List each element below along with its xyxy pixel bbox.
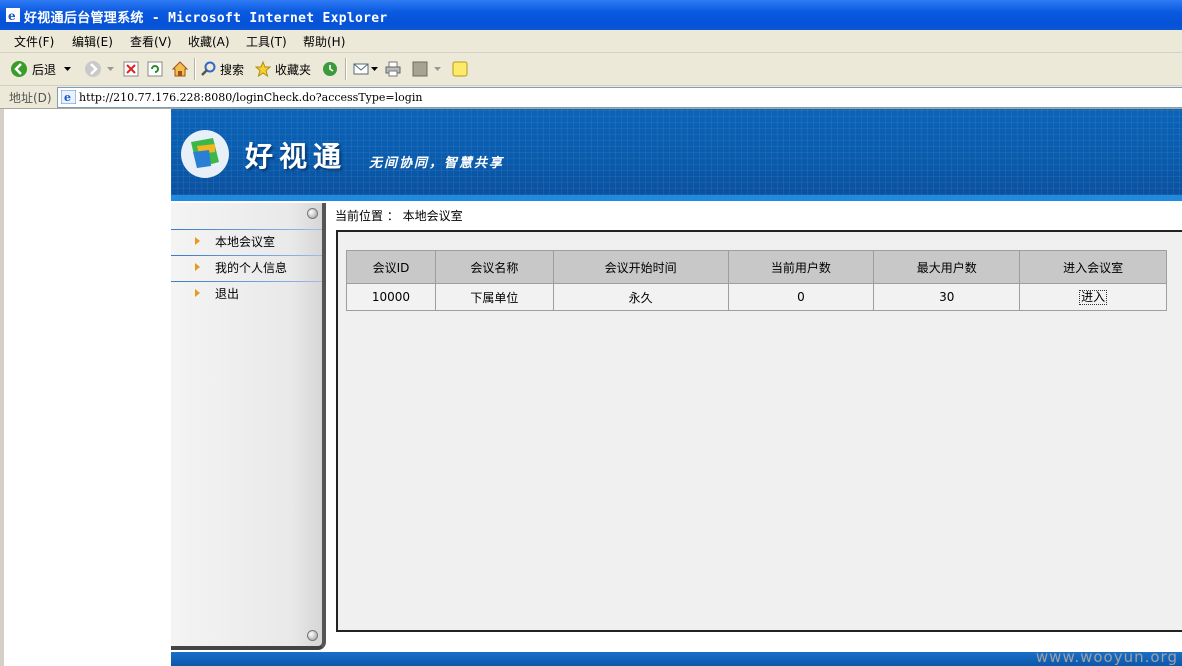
address-bar: 地址(D) e http://210.77.176.228:8080/login…: [0, 86, 1182, 109]
brand-slogan: 无间协同，智慧共享: [369, 156, 505, 171]
menu-view[interactable]: 查看(V): [130, 33, 172, 50]
cell-meeting-name: 下属单位: [434, 283, 554, 311]
column-header: 进入会议室: [1019, 250, 1167, 284]
menu-help[interactable]: 帮助(H): [303, 33, 345, 50]
forward-dropdown[interactable]: [107, 59, 114, 79]
footer-strip: [171, 652, 1182, 666]
sidebar-item-logout[interactable]: 退出: [171, 281, 322, 305]
column-header: 会议ID: [346, 250, 436, 284]
back-label: 后退: [32, 62, 57, 77]
column-header: 当前用户数: [727, 250, 875, 284]
back-dropdown[interactable]: [64, 59, 71, 79]
scroll-knob-top: [307, 208, 318, 219]
mail-button[interactable]: [353, 59, 378, 79]
history-button[interactable]: [322, 59, 338, 79]
svg-text:e: e: [8, 9, 16, 22]
column-header: 会议开始时间: [552, 250, 729, 284]
menu-favorites[interactable]: 收藏(A): [188, 33, 230, 50]
menu-tools[interactable]: 工具(T): [246, 33, 287, 50]
search-icon: [200, 61, 216, 77]
sidebar-item-my-info[interactable]: 我的个人信息: [171, 255, 322, 279]
favorites-button[interactable]: 收藏夹: [255, 59, 311, 79]
sidebar-item-label: 退出: [215, 287, 240, 301]
mail-icon: [353, 62, 371, 76]
meeting-room-table: 会议ID 会议名称 会议开始时间 当前用户数 最大用户数 进入会议室 10000…: [346, 250, 1167, 311]
main-content: 当前位置 ： 本地会议室 会议ID 会议名称 会议开始时间 当前用户数 最大用户…: [330, 201, 1182, 650]
arrow-right-icon: [195, 289, 200, 297]
brand-name: 好视通: [245, 140, 348, 173]
favorites-label: 收藏夹: [275, 62, 312, 77]
forward-button[interactable]: [84, 59, 102, 79]
page-icon: e: [60, 89, 77, 107]
star-icon: [255, 61, 271, 77]
back-button[interactable]: 后退: [10, 59, 56, 79]
toolbar: 后退 搜索 收藏夹: [0, 53, 1182, 86]
discuss-button[interactable]: [452, 59, 468, 79]
logo-icon: [179, 128, 231, 183]
arrow-right-icon: [195, 237, 200, 245]
stop-button[interactable]: [123, 59, 139, 79]
sidebar-item-label: 本地会议室: [215, 235, 276, 249]
stop-icon: [123, 61, 139, 77]
search-label: 搜索: [220, 62, 245, 77]
home-icon: [171, 60, 189, 78]
arrow-right-icon: [195, 263, 200, 271]
address-input[interactable]: e http://210.77.176.228:8080/loginCheck.…: [57, 87, 1182, 108]
left-frame: [0, 109, 171, 666]
address-url: http://210.77.176.228:8080/loginCheck.do…: [79, 91, 423, 104]
table-header-row: 会议ID 会议名称 会议开始时间 当前用户数 最大用户数 进入会议室: [346, 250, 1167, 284]
sidebar-item-local-meeting-room[interactable]: 本地会议室: [171, 229, 322, 253]
menu-file[interactable]: 文件(F): [14, 33, 54, 50]
content-panel: 会议ID 会议名称 会议开始时间 当前用户数 最大用户数 进入会议室 10000…: [336, 230, 1182, 632]
watermark: www.wooyun.org: [1035, 648, 1178, 666]
cell-meeting-id: 10000: [346, 283, 436, 311]
dropdown-arrow-icon: [434, 66, 441, 72]
refresh-icon: [147, 61, 163, 77]
banner: 好视通 无间协同，智慧共享: [171, 109, 1182, 201]
printer-icon: [385, 61, 401, 77]
cell-current-users: 0: [727, 283, 875, 311]
forward-arrow-icon: [84, 60, 102, 78]
home-button[interactable]: [171, 59, 189, 79]
dropdown-arrow-icon: [107, 66, 114, 72]
cell-enter: 进入: [1019, 283, 1167, 311]
menu-bar: 文件(F) 编辑(E) 查看(V) 收藏(A) 工具(T) 帮助(H): [0, 30, 1182, 53]
svg-text:e: e: [64, 91, 71, 104]
edit-button[interactable]: [412, 59, 441, 79]
history-icon: [322, 61, 338, 77]
note-icon: [452, 61, 468, 77]
scroll-knob-bottom: [307, 630, 318, 641]
window-title: 好视通后台管理系统 - Microsoft Internet Explorer: [24, 11, 388, 26]
ie-window-icon: e: [6, 8, 20, 23]
address-label: 地址(D): [9, 91, 52, 105]
enter-room-button[interactable]: 进入: [1079, 289, 1108, 305]
refresh-button[interactable]: [147, 59, 163, 79]
table-row: 10000 下属单位 永久 0 30 进入: [346, 283, 1167, 311]
dropdown-arrow-icon: [371, 66, 378, 72]
print-button[interactable]: [385, 59, 401, 79]
cell-start-time: 永久: [552, 283, 729, 311]
sidebar: 本地会议室 我的个人信息 退出: [171, 203, 326, 650]
menu-edit[interactable]: 编辑(E): [72, 33, 113, 50]
breadcrumb: 当前位置 ： 本地会议室: [335, 209, 463, 223]
back-arrow-icon: [10, 60, 28, 78]
column-header: 最大用户数: [873, 250, 1021, 284]
dropdown-arrow-icon: [64, 66, 71, 72]
window-titlebar: e 好视通后台管理系统 - Microsoft Internet Explore…: [0, 0, 1182, 30]
cell-max-users: 30: [873, 283, 1021, 311]
sidebar-item-label: 我的个人信息: [215, 261, 288, 275]
search-button[interactable]: 搜索: [200, 59, 244, 79]
column-header: 会议名称: [434, 250, 554, 284]
edit-icon: [412, 61, 428, 77]
